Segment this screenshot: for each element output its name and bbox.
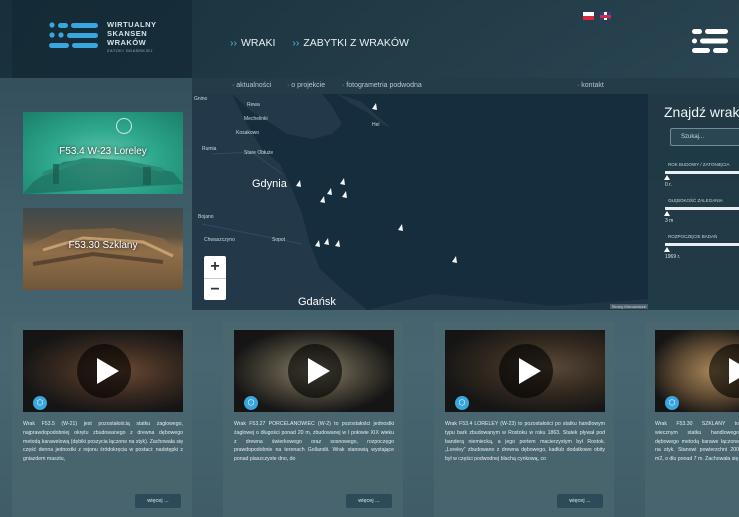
site-header: WIRTUALNY SKANSEN WRAKÓW ZATOKI GDAŃSKIE… xyxy=(0,0,739,78)
breadcrumb-zabytki[interactable]: ZABYTKI Z WRAKÓW xyxy=(303,37,409,49)
thumbnail-label: F53.30 Szklany xyxy=(68,240,138,251)
map-label-sopot: Sopot xyxy=(272,237,286,243)
filter-slider-year[interactable] xyxy=(665,171,739,174)
zoom-in-button[interactable]: + xyxy=(204,256,226,278)
more-button[interactable]: więcej ... xyxy=(346,494,392,508)
language-switcher xyxy=(583,12,611,20)
search-title: Znajdź wrak xyxy=(664,104,739,120)
video-thumbnail[interactable]: ⬡ xyxy=(655,330,739,412)
filter-value-research: 1969 r. xyxy=(665,254,681,260)
filter-label-research: ROZPOCZĘCIE BADAŃ xyxy=(668,234,718,239)
wreck-map[interactable]: Gnino Rewa Hel Mechelinki Kosakowo Rumia… xyxy=(192,94,648,310)
filter-label-year: ROK BUDOWY / ZATONIĘCIA xyxy=(668,162,730,167)
hamburger-menu-icon[interactable] xyxy=(692,28,728,54)
camera-icon xyxy=(116,118,132,134)
nav-item-fotogrametria[interactable]: · fotogrametria podwodna xyxy=(342,82,422,89)
slider-handle-icon[interactable] xyxy=(664,175,670,180)
map-label-rewa: Rewa xyxy=(247,102,260,108)
map-label-kosakowo: Kosakowo xyxy=(236,130,260,136)
map-canvas xyxy=(192,94,648,310)
logo-line-2: SKANSEN xyxy=(107,29,148,38)
wreck-thumbnail-szklany[interactable]: F53.30 Szklany xyxy=(23,208,183,290)
wreck-card: ⬡ Wrak F53.5 (W-21) jest pozostałością s… xyxy=(12,322,192,517)
breadcrumb: ›› WRAKI ›› ZABYTKI Z WRAKÓW xyxy=(230,37,423,49)
map-label-gdansk: Gdańsk xyxy=(298,296,336,308)
flag-pl-icon[interactable] xyxy=(583,12,594,20)
slider-handle-icon[interactable] xyxy=(664,247,670,252)
filter-label-depth: GŁĘBOKOŚĆ ZALEGANIA xyxy=(668,198,723,203)
chevron-right-icon: ›› xyxy=(292,37,300,49)
wreck-card: ⬡ Wrak F53.27 PORCELANOWIEC (W-2) to poz… xyxy=(223,322,403,517)
wreck-card: ⬡ Wrak F53.4 LORELEY (W-23) to pozostało… xyxy=(434,322,614,517)
breadcrumb-wraki[interactable]: WRAKI xyxy=(241,37,275,49)
logo-subtitle: ZATOKI GDAŃSKIEJ xyxy=(107,48,153,53)
nav-item-kontakt[interactable]: · kontakt xyxy=(577,82,604,89)
filter-value-year: 0 r. xyxy=(665,182,672,188)
chevron-right-icon: ›› xyxy=(230,37,237,49)
card-description: Wrak F53.27 PORCELANOWIEC (W-2) to pozos… xyxy=(234,421,394,463)
more-button[interactable]: więcej ... xyxy=(135,494,181,508)
slider-handle-icon[interactable] xyxy=(664,211,670,216)
card-description: Wrak F53.5 (W-21) jest pozostałością sta… xyxy=(23,421,183,463)
nav-item-o-projekcie[interactable]: · o projekcie xyxy=(287,82,325,89)
more-button[interactable]: więcej ... xyxy=(557,494,603,508)
map-zoom-control: + − xyxy=(204,256,226,300)
logo[interactable]: WIRTUALNY SKANSEN WRAKÓW ZATOKI GDAŃSKIE… xyxy=(12,0,192,78)
logo-line-3: WRAKÓW xyxy=(107,38,147,47)
play-icon[interactable] xyxy=(499,344,553,398)
map-label-mechelinki: Mechelinki xyxy=(244,116,268,122)
logo-line-1: WIRTUALNY xyxy=(107,20,157,29)
card-description: Wrak F53.4 LORELEY (W-23) to pozostałośc… xyxy=(445,421,605,463)
video-thumbnail[interactable]: ⬡ xyxy=(445,330,605,412)
search-input[interactable]: Szukaj... xyxy=(670,128,739,146)
play-icon[interactable] xyxy=(288,344,342,398)
map-attribution[interactable]: Strony Kierownicze xyxy=(609,304,648,309)
filter-slider-depth[interactable] xyxy=(665,207,739,210)
logo-mark-icon xyxy=(49,22,98,48)
map-label-rumia: Rumia xyxy=(202,146,217,152)
map-label-gnino: Gnino xyxy=(194,96,208,102)
logo-text: WIRTUALNY SKANSEN WRAKÓW ZATOKI GDAŃSKIE… xyxy=(107,20,157,55)
map-label-stare-obluze: Stare Obłuże xyxy=(244,150,274,156)
secondary-nav: · aktualności · o projekcie · fotogramet… xyxy=(192,78,739,94)
thumbnail-label: F53.4 W-23 Loreley xyxy=(59,146,147,157)
zoom-out-button[interactable]: − xyxy=(204,279,226,301)
3d-model-icon[interactable]: ⬡ xyxy=(33,396,47,410)
video-thumbnail[interactable]: ⬡ xyxy=(23,330,183,412)
wreck-search-panel: Znajdź wrak Szukaj... ROK BUDOWY / ZATON… xyxy=(648,94,739,310)
map-label-hel: Hel xyxy=(372,122,380,128)
map-label-chwaszczyno: Chwaszczyno xyxy=(204,237,235,243)
filter-value-depth: 3 m xyxy=(665,218,674,224)
3d-model-icon[interactable]: ⬡ xyxy=(244,396,258,410)
flag-gb-icon[interactable] xyxy=(600,12,611,20)
video-thumbnail[interactable]: ⬡ xyxy=(234,330,394,412)
3d-model-icon[interactable]: ⬡ xyxy=(455,396,469,410)
wreck-thumbnail-loreley[interactable]: F53.4 W-23 Loreley xyxy=(23,112,183,194)
map-label-gdynia: Gdynia xyxy=(252,178,287,190)
play-icon[interactable] xyxy=(77,344,131,398)
3d-model-icon[interactable]: ⬡ xyxy=(665,396,679,410)
nav-item-aktualnosci[interactable]: · aktualności xyxy=(232,82,271,89)
card-description: Wrak F53.30 SZKLANY to wiecznym statku h… xyxy=(655,421,739,463)
filter-slider-research[interactable] xyxy=(665,243,739,246)
wreck-card: ⬡ Wrak F53.30 SZKLANY to wiecznym statku… xyxy=(645,322,739,517)
play-icon[interactable] xyxy=(709,344,739,398)
map-label-bojano: Bojano xyxy=(198,214,214,220)
